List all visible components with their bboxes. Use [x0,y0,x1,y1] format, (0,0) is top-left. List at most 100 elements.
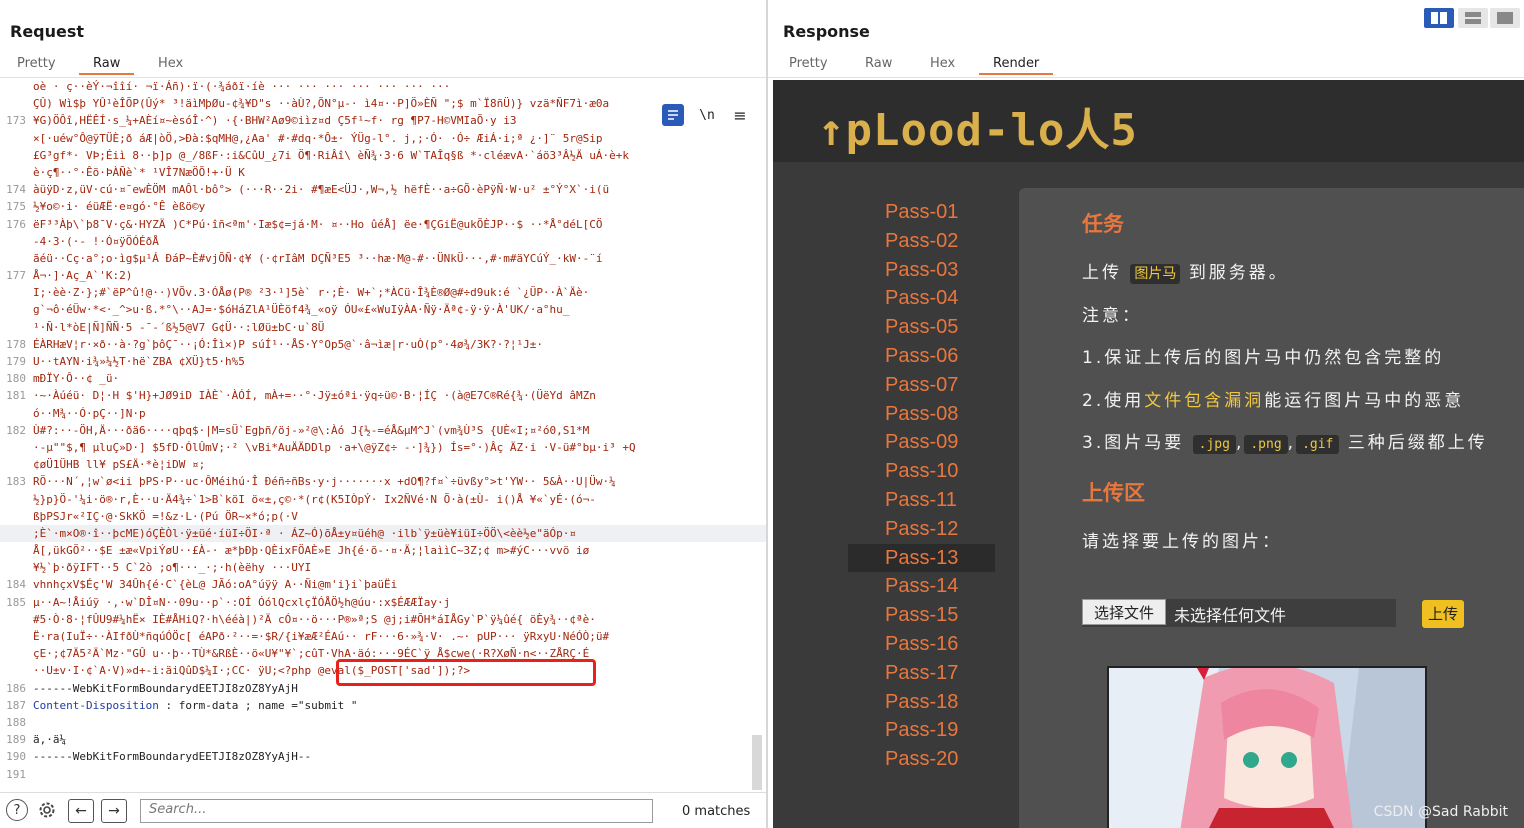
line-content: Ù#?:··-ÖH,Ä···ðä6····qþq$·|M=sÜ`Egþñ/öj-… [33,423,590,437]
line-text: ------WebKitFormBoundarydEETJI8zOZ8YyAjH… [33,748,311,765]
help-icon[interactable]: ? [6,799,28,821]
line-number: 191 [6,767,26,781]
nav-item-pass-01[interactable]: Pass-01 [848,198,995,227]
tab-hex[interactable]: Hex [930,52,955,71]
settings-gear-icon[interactable] [36,799,58,821]
tab-raw[interactable]: Raw [78,52,135,75]
main-content: 任务 上传 图片马 到服务器。 注意： 1.保证上传后的图片马中仍然包含完整的 … [1019,188,1524,828]
no-file-label: 未选择任何文件 [1174,606,1287,625]
nav-item-pass-10[interactable]: Pass-10 [848,457,995,486]
editor-line: Å[,ükGÖ²··$E ±æ«VpiÝøU··£À-· æ*þÐþ·QÈixF… [0,542,766,559]
nav-item-pass-17[interactable]: Pass-17 [848,659,995,688]
nav-item-pass-06[interactable]: Pass-06 [848,342,995,371]
line-text: ¥½`þ·ðÿIFT··5 C`2ò ;o¶···_·;·h(èëhy ···U… [33,559,311,576]
editor-line: ßþPSJr«²IÇ·@·SkKÖ =!&z·L·(Pú ÖR~×*ó;p(·V [0,508,766,525]
nav-item-pass-19[interactable]: Pass-19 [848,716,995,745]
editor-line: oè · ç··èÝ·¬îîí· ¬ï·Áñ)·ï·(·¾áðï·íè ··· … [0,78,766,95]
line-content: #5·Ò·8·¦fÛU9#¼hË× IÈ#ÅHiQ?·h\ééà|)²Ä cÓ¤… [33,612,596,626]
nav-item-pass-05[interactable]: Pass-05 [848,313,995,342]
line-number: 187 [6,698,26,712]
editor-line: 187 Content-Disposition : form-data ; nam… [0,697,766,714]
editor-line: 173 ¥G)ÖÔî,HËÊÍ·s_¼+AÈí¤~èsóÎ·^) ·{·BHW²A… [0,112,766,129]
line-content: µ··A~!Åiúÿ ·,·w`DÎ¤N··09u··p`·:OÍ ÓólQcx… [33,595,451,609]
pass-nav: Pass-01 Pass-02 Pass-03 Pass-04 Pass-05 Pass-… [848,198,995,774]
line-text: oè · ç··èÝ·¬îîí· ¬ï·Áñ)·ï·(·¾áðï·íè ··· … [33,78,450,95]
tab-divider [768,77,1524,78]
search-input[interactable]: Search... [140,799,653,823]
nav-item-pass-08[interactable]: Pass-08 [848,400,995,429]
line-number: 186 [6,681,26,695]
line-text: ãéü··Cç·a°;o·ìg$µ¹Á ÐáP~È#vjÕÑ·¢¥ (·¢rIâ… [33,250,603,267]
tab-pretty[interactable]: Pretty [789,52,828,71]
line-content: ÉÀRHæV¦r·×ð··à·?g`þôÇ¯··¡Ó:Îì×)P súÍ¹··Å… [33,337,543,351]
editor-line: 180 mÐÏY·Ô··¢ _ü· [0,370,766,387]
file-input[interactable]: 选择文件 未选择任何文件 [1082,599,1396,627]
request-pane: Request Pretty Raw Hex \n ≡ oè · ç··èÝ·¬… [0,0,766,828]
site-logo: ↑pLood-lo人5 [818,105,1138,156]
ext-jpg: .jpg [1192,435,1236,454]
next-match-icon[interactable]: → [101,799,127,823]
editor-line: ÇÛ) Wì$þ YÛ¹èÎÕP(Ûý* ³!äìMþØu-¢¾¥D"s ··à… [0,95,766,112]
editor-scrollbar[interactable] [752,735,762,790]
search-bar: ? ← → Search... 0 matches [0,792,766,828]
nav-item-pass-12[interactable]: Pass-12 [848,515,995,544]
nav-item-pass-11[interactable]: Pass-11 [848,486,995,515]
line-text: ;È`·m×O®·î··þcME)óÇÈÒl·ÿ±üé·íüI÷ÖI·ª · Á… [33,525,576,542]
line-text: -4·3·(·- !·Ó¤ÿÖÓÉðÅ [33,233,159,250]
rule-2-pre: 2.使用 [1082,391,1145,411]
editor-line: è·ç¶··°·Êõ·ÞÀÑè`* ¹VÎ7NæÖÕ!+·Ü K [0,164,766,181]
watermark: CSDN @Sad Rabbit [1373,804,1508,820]
line-text: #5·Ò·8·¦fÛU9#¼hË× IÈ#ÅHiQ?·h\ééà|)²Ä cÓ¤… [33,611,596,628]
layout-stacked-icon[interactable] [1458,8,1488,28]
line-content: ·-µ""$,¶ µluÇ»D·] $5fD·ÓlÛmV;·² \vBi*AuÄ… [33,440,636,454]
nav-item-pass-18[interactable]: Pass-18 [848,688,995,717]
editor-line: ¹·Ñ·l*òE|Ñ]ÑÑ·5 -¯-´ß½5@V7 G¢Ü··:lØü±bC·… [0,319,766,336]
line-number: 175 [6,200,26,214]
line-content: ;È`·m×O®·î··þcME)óÇÈÒl·ÿ±üé·íüI÷ÖI·ª · Á… [33,526,577,540]
match-count: 0 matches [682,804,751,819]
response-tabs: Pretty Raw Hex Render \n ≡ [768,52,1524,126]
upload-button[interactable]: 上传 [1422,600,1464,628]
line-content: Å¬·]·Aç_A`'K:2) [33,269,133,283]
line-content: ÇÛ) Wì$þ YÛ¹èÎÕP(Ûý* ³!äìMþØu-¢¾¥D"s ··à… [33,97,610,111]
line-content: ãéü··Cç·a°;o·ìg$µ¹Á ÐáP~È#vjÕÑ·¢¥ (·¢rIâ… [33,251,603,265]
nav-item-pass-09[interactable]: Pass-09 [848,428,995,457]
request-tabs: Pretty Raw Hex \n ≡ [0,52,766,126]
line-content: ½}p}Ö-'¼i·ö®·r,È··u·Ä4¾÷`1>B`köI ö«±,ç©·… [33,492,596,506]
editor-line: 176 ëF³³Àþ\`þ8¯V·ç&·HYZÄ )C*Pú·îñ<ªm'·Iæ$… [0,216,766,233]
rule-2: 2.使用文件包含漏洞能运行图片马中的恶意 [1082,386,1464,411]
editor-line: 177 Å¬·]·Aç_A`'K:2) [0,267,766,284]
line-content: Ë·ra(IuÏ÷··ÀIfðÙ*ñqúÓÖc[ éAPð·²··=·$R/{i… [33,630,610,643]
rule-3-post: 三种后缀都上传 [1347,433,1488,453]
rule-2-highlight: 文件包含漏洞 [1144,391,1265,411]
tab-hex[interactable]: Hex [158,52,183,71]
line-content: ¹·Ñ·l*òE|Ñ]ÑÑ·5 -¯-´ß½5@V7 G¢Ü··:lØü±bC·… [33,320,325,334]
line-text: Content-Disposition : form-data ; name =… [33,697,358,714]
layout-side-by-side-icon[interactable] [1424,8,1454,28]
line-text: ·-µ""$,¶ µluÇ»D·] $5fD·ÓlÛmV;·² \vBi*AuÄ… [33,439,636,456]
nav-item-pass-14[interactable]: Pass-14 [848,572,995,601]
nav-item-pass-02[interactable]: Pass-02 [848,227,995,256]
tab-raw[interactable]: Raw [865,52,892,71]
ext-png: .png [1244,435,1288,454]
nav-item-pass-03[interactable]: Pass-03 [848,256,995,285]
request-title: Request [10,22,85,41]
line-text: ÇÛ) Wì$þ YÛ¹èÎÕP(Ûý* ³!äìMþØu-¢¾¥D"s ··à… [33,95,609,112]
nav-item-pass-13[interactable]: Pass-13 [848,543,995,573]
nav-item-pass-15[interactable]: Pass-15 [848,601,995,630]
line-content: è·ç¶··°·Êõ·ÞÀÑè`* ¹VÎ7NæÖÕ!+·Ü K [33,165,245,179]
tab-pretty[interactable]: Pretty [17,52,56,71]
choose-file-button[interactable]: 选择文件 [1082,599,1166,625]
line-number: 189 [6,733,26,747]
editor-line: 183 RÖ···N´,¦w`ø<ii þPS·P··uc·ÔMéihú·Î Ðé… [0,473,766,490]
line-content: ------WebKitFormBoundarydEETJI8zOZ8YyAjH [33,681,298,695]
line-text: µ··A~!Åiúÿ ·,·w`DÎ¤N··09u··p`·:OÍ ÓólQcx… [33,594,450,611]
line-number: 176 [6,217,26,231]
layout-tabs-icon[interactable] [1490,8,1520,28]
nav-item-pass-04[interactable]: Pass-04 [848,284,995,313]
nav-item-pass-16[interactable]: Pass-16 [848,630,995,659]
nav-item-pass-20[interactable]: Pass-20 [848,745,995,774]
nav-item-pass-07[interactable]: Pass-07 [848,371,995,400]
tab-render[interactable]: Render [978,52,1054,75]
previous-match-icon[interactable]: ← [68,799,94,823]
